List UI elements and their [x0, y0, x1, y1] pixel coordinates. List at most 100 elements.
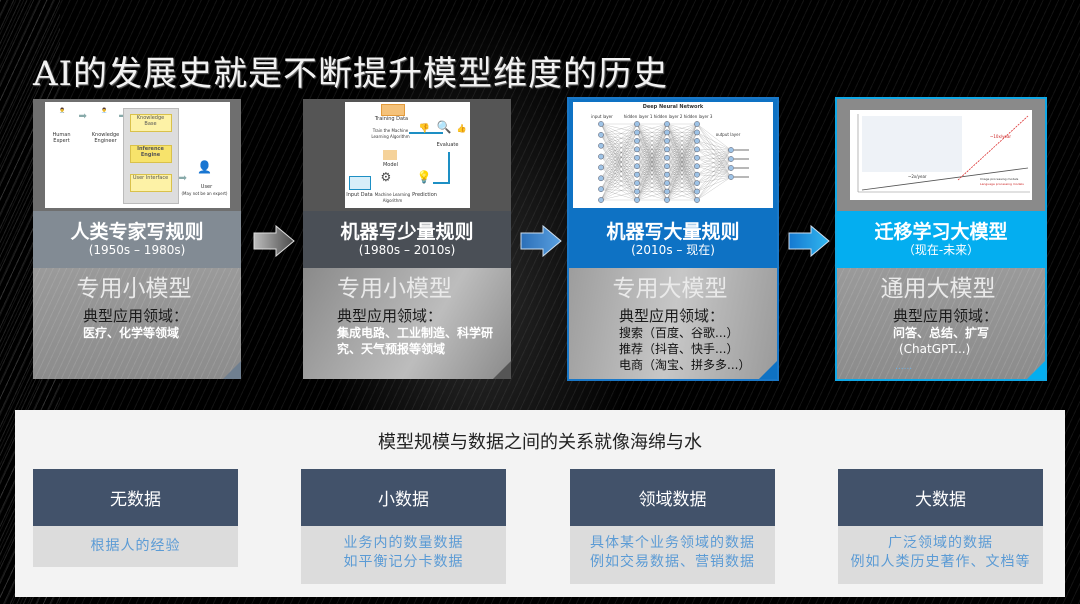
nn-node	[664, 171, 670, 178]
nn-connection	[696, 167, 732, 175]
domain-value: 问答、总结、扩写	[893, 325, 1045, 341]
nn-connection	[696, 167, 732, 184]
nn-connection	[600, 156, 638, 192]
nn-node	[598, 132, 604, 138]
nn-connection	[600, 145, 638, 184]
nn-connection	[600, 123, 638, 133]
data-box-no-data: 无数据 根据人的经验	[33, 469, 238, 567]
nn-connection	[696, 149, 732, 158]
data-box-body: 具体某个业务领域的数据 例如交易数据、营销数据	[570, 526, 775, 584]
nn-node	[694, 188, 700, 195]
stage-card-expert-rules: 👨‍⚕️ Human Expert ➡ 👨‍💼 Knowledge Engine…	[33, 99, 241, 379]
nn-connection	[600, 123, 638, 150]
diagram-label: Training Data	[374, 116, 409, 122]
arrow-icon: ➡	[178, 173, 187, 184]
nn-node	[634, 146, 640, 153]
nn-node	[634, 154, 640, 161]
nn-node	[634, 188, 640, 195]
nn-connection	[696, 176, 732, 192]
stage-title: 人类专家写规则	[70, 221, 204, 243]
diagram-label: Knowledge Engineer	[91, 132, 120, 144]
nn-node	[634, 197, 640, 203]
model-growth-chart: ~2x/year ~10x/year Image processing mode…	[850, 110, 1032, 200]
nn-connection	[696, 149, 732, 192]
nn-node	[598, 175, 604, 182]
domain-label: 典型应用领域：	[83, 307, 189, 325]
nn-connection	[600, 157, 638, 201]
stage-card-many-rules: Deep Neural Network input layer hidden l…	[567, 97, 779, 381]
diagram-label: Machine Learning Algorithm	[374, 192, 411, 203]
nn-connection	[600, 166, 638, 168]
nn-node	[664, 146, 670, 153]
stage-body: 专用小模型 典型应用领域： 集成电路、工业制造、科学研 究、天气预报等领域	[303, 268, 511, 379]
diagram-label: Input Data	[346, 192, 373, 198]
diagram-label: Knowledge Base	[129, 114, 172, 132]
panel-title: 模型规模与数据之间的关系就像海绵与水	[378, 432, 702, 453]
data-box-body: 广泛领域的数据 例如人类历史著作、文档等	[838, 526, 1043, 584]
stage-card-few-rules: Training Data Train the Machine Learning…	[303, 99, 511, 379]
diagram-label: output layer	[715, 132, 741, 137]
thumbs-up-icon: 👍	[456, 124, 467, 133]
flow-line	[447, 152, 450, 184]
nn-node	[664, 138, 670, 144]
diagram-label: Evaluate	[436, 142, 459, 148]
data-box-line: 根据人的经验	[90, 538, 181, 554]
nn-node	[694, 154, 700, 161]
diagram-label: hidden layer 3	[683, 114, 713, 119]
stage-card-transfer-learning: ~2x/year ~10x/year Image processing mode…	[835, 97, 1047, 381]
domain-value: 搜索（百度、谷歌...）	[619, 326, 739, 340]
nn-node	[664, 129, 670, 136]
nn-node	[694, 197, 700, 203]
nn-connection	[600, 132, 638, 201]
data-box-line: 具体某个业务领域的数据	[590, 535, 755, 551]
nn-node	[634, 129, 640, 136]
nn-node	[728, 174, 734, 180]
nn-connection	[600, 123, 638, 190]
model-icon	[382, 150, 397, 160]
data-box-line: 业务内的数量数据	[343, 535, 464, 551]
diagram-label: hidden layer 1	[623, 114, 653, 119]
nn-connection	[696, 167, 732, 201]
diagram-label: Human Expert	[52, 132, 71, 144]
domain-text: 医疗、化学等领域	[83, 326, 180, 340]
chart-legend: Language processing models	[980, 182, 1024, 186]
nn-node	[598, 121, 604, 127]
nn-connection	[696, 140, 732, 151]
corner-decoration	[759, 361, 777, 379]
diagram-label: hidden layer 2	[653, 114, 683, 119]
nn-connection	[600, 183, 638, 190]
data-box-small-data: 小数据 业务内的数量数据 如平衡记分卡数据	[301, 469, 506, 584]
corner-decoration	[1027, 361, 1045, 379]
nn-connection	[600, 123, 638, 167]
nn-node	[664, 188, 670, 195]
arrow-right-icon	[520, 224, 562, 258]
data-box-line: 例如人类历史著作、文档等	[850, 554, 1031, 570]
domain-text: 究、天气预报等领域	[337, 342, 446, 356]
nn-node	[634, 180, 640, 186]
nn-node	[598, 186, 604, 192]
user-icon: 👤	[197, 160, 212, 174]
neural-network-diagram: Deep Neural Network input layer hidden l…	[573, 102, 773, 208]
chart-annotation: ~2x/year	[908, 174, 927, 179]
nn-node	[728, 165, 734, 171]
data-box-body: 业务内的数量数据 如平衡记分卡数据	[301, 526, 506, 584]
data-box-line: 例如交易数据、营销数据	[590, 554, 755, 570]
stage-image: Deep Neural Network input layer hidden l…	[569, 99, 777, 211]
data-box-header: 大数据	[838, 469, 1043, 526]
model-type: 专用小模型	[337, 276, 452, 302]
nn-connection	[600, 123, 638, 175]
domain-ellipsis: ......	[895, 362, 913, 372]
nn-connection	[600, 189, 638, 201]
data-box-line: 广泛领域的数据	[888, 535, 993, 551]
laptop-icon	[348, 176, 371, 190]
data-box-header: 小数据	[301, 469, 506, 526]
stage-period: (2010s – 现在)	[631, 243, 715, 257]
domain-value: 集成电路、工业制造、科学研	[337, 325, 511, 341]
nn-connection	[600, 123, 638, 135]
data-box-header: 领域数据	[570, 469, 775, 526]
nn-connection	[696, 158, 732, 192]
domain-value: (ChatGPT...)	[899, 342, 971, 356]
expert-system-diagram: 👨‍⚕️ Human Expert ➡ 👨‍💼 Knowledge Engine…	[44, 102, 230, 208]
stage-band: 机器写大量规则 (2010s – 现在)	[569, 211, 777, 268]
nn-node	[728, 147, 734, 153]
